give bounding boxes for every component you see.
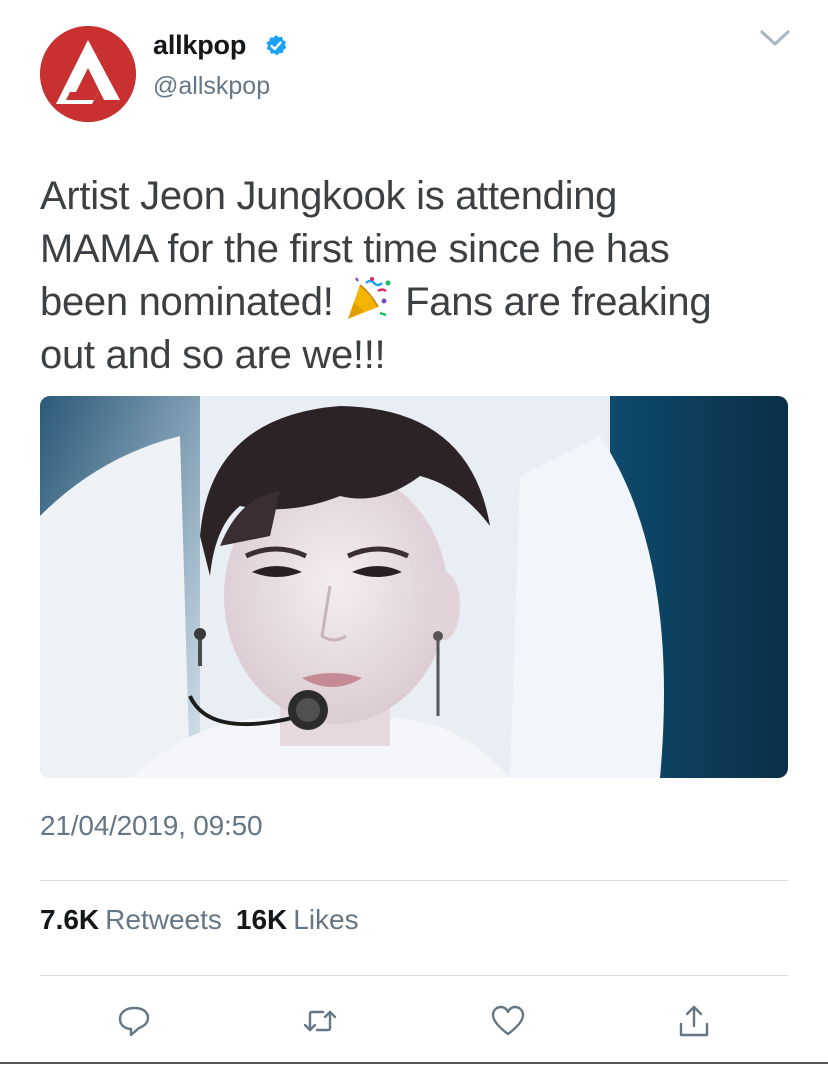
verified-badge-icon — [266, 35, 287, 56]
profile-avatar[interactable] — [40, 26, 136, 122]
likes-label: Likes — [293, 904, 359, 935]
retweet-button[interactable] — [300, 996, 340, 1046]
tweet-text-line: Artist Jeon Jungkook is attending — [40, 174, 618, 218]
photo-image — [40, 396, 788, 778]
likes-count: 16K — [235, 904, 288, 935]
reply-button[interactable] — [114, 996, 154, 1046]
tweet-text-line: Fans are freaking — [394, 280, 712, 324]
handle[interactable]: @allskpop — [153, 72, 270, 101]
tweet-text: Artist Jeon Jungkook is attending MAMA f… — [40, 170, 800, 382]
retweets-label: Retweets — [105, 904, 222, 935]
tweet-text-line: MAMA for the first time since he has — [40, 227, 670, 271]
party-popper-icon — [348, 277, 391, 319]
like-button[interactable] — [488, 996, 528, 1046]
retweet-icon — [303, 1010, 337, 1032]
tweet-text-line: been nominated! — [40, 280, 345, 324]
tweet-photo[interactable] — [40, 396, 788, 778]
retweets-count: 7.6K — [40, 904, 100, 935]
tweet-timestamp[interactable]: 21/04/2019, 09:50 — [40, 810, 263, 842]
divider — [40, 880, 788, 881]
display-name[interactable]: allkpop — [153, 30, 246, 61]
likes-stat[interactable]: 16K Likes — [236, 904, 373, 935]
chevron-down-icon[interactable] — [758, 26, 792, 50]
allkpop-logo-icon — [40, 26, 136, 122]
retweets-stat[interactable]: 7.6K Retweets — [40, 904, 236, 935]
tweet-text-line: out and so are we!!! — [40, 333, 386, 377]
share-icon — [679, 1005, 709, 1037]
divider — [40, 975, 788, 976]
action-bar — [0, 996, 828, 1046]
like-icon — [491, 1005, 525, 1036]
reply-icon — [118, 1006, 150, 1037]
tweet-card: allkpop @allskpop Artist Jeon Jungkook i… — [0, 0, 828, 1067]
tweet-stats: 7.6K Retweets 16K Likes — [40, 904, 373, 936]
bottom-border — [0, 1062, 828, 1064]
share-button[interactable] — [674, 996, 714, 1046]
